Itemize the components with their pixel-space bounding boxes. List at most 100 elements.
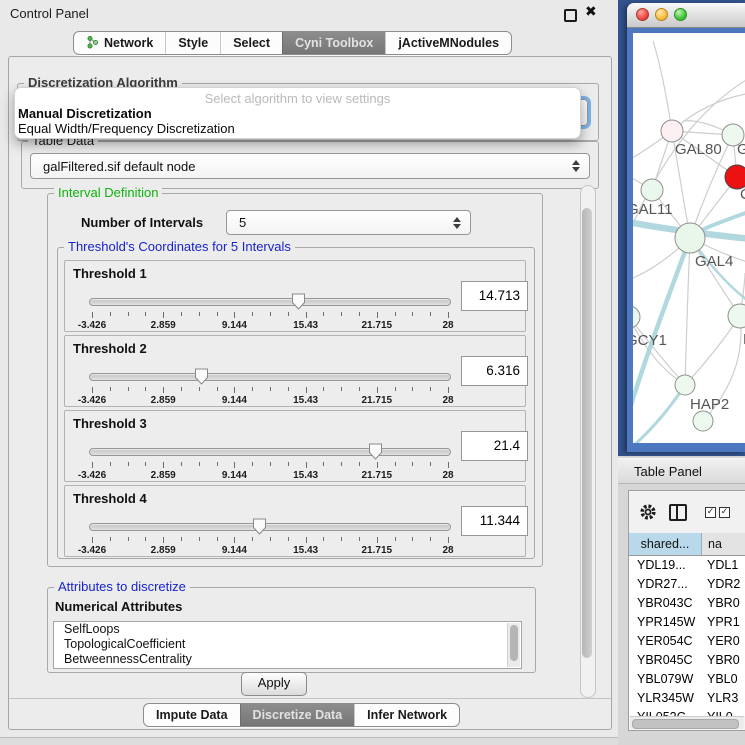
tab-infer-network[interactable]: Infer Network xyxy=(354,704,459,726)
tab-impute-data[interactable]: Impute Data xyxy=(144,704,240,726)
cell-shared-name: YDR27... xyxy=(629,575,701,594)
tick-label: -3.426 xyxy=(78,395,106,406)
list-item-selfloops[interactable]: SelfLoops xyxy=(54,622,521,637)
slider-ticks xyxy=(92,387,448,394)
network-graph: GAL80G.CGAL11GAL4GCY1HHAP2 xyxy=(633,33,745,443)
slider-handle[interactable] xyxy=(252,518,267,535)
slider-track[interactable] xyxy=(89,448,451,456)
scrollbar-thumb[interactable] xyxy=(582,208,592,658)
table-horizontal-scrollbar[interactable] xyxy=(630,716,744,729)
table-row[interactable]: YPR145WYPR1 xyxy=(629,613,745,632)
dropdown-item-manual-discretization[interactable]: Manual Discretization xyxy=(15,106,580,121)
table-data-combobox[interactable]: galFiltered.sif default node xyxy=(30,153,590,179)
tab-network[interactable]: Network xyxy=(74,32,165,54)
threshold-row-2: Threshold 2-3.4262.8599.14415.4321.71528… xyxy=(64,335,526,407)
tab-label: Network xyxy=(104,36,153,50)
cyni-toolbox-panel: Discretization Algorithm Select algorith… xyxy=(8,56,612,730)
scrollbar-thumb[interactable] xyxy=(632,719,739,729)
numerical-attributes-list[interactable]: SelfLoopsTopologicalCoefficientBetweenne… xyxy=(53,621,522,669)
cell-name: YBR0 xyxy=(701,594,745,613)
threshold-label: Threshold 4 xyxy=(73,491,147,506)
dropdown-prompt-item[interactable]: Select algorithm to view settings xyxy=(15,91,580,106)
threshold-value-field[interactable]: 6.316 xyxy=(461,356,528,386)
table-row[interactable]: YBR043CYBR0 xyxy=(629,594,745,613)
network-node-gal11[interactable] xyxy=(641,179,663,201)
cell-name: YDL1 xyxy=(701,556,745,575)
tab-cyni-toolbox[interactable]: Cyni Toolbox xyxy=(282,32,385,54)
network-window-titlebar[interactable] xyxy=(627,3,745,28)
tab-jactivemnodules[interactable]: jActiveMNodules xyxy=(385,32,511,54)
tick-label: 2.859 xyxy=(151,545,176,556)
table-row[interactable]: YDL19...YDL1 xyxy=(629,556,745,575)
slider-track[interactable] xyxy=(89,523,451,531)
threshold-row-4: Threshold 4 -3.4262.8599.14415.4321.71528… xyxy=(64,485,526,557)
group-title: Interval Definition xyxy=(54,185,162,200)
slider-track[interactable] xyxy=(89,373,451,381)
table-row[interactable]: YER054CYER0 xyxy=(629,632,745,651)
tick-label: 15.43 xyxy=(293,395,318,406)
slider-handle[interactable] xyxy=(291,293,306,310)
tick-label: 2.859 xyxy=(151,395,176,406)
column-header-shared-name[interactable]: shared... xyxy=(629,533,702,555)
threshold-row-1: Threshold 1-3.4262.8599.14415.4321.71528… xyxy=(64,260,526,332)
table-row[interactable]: YLR345WYLR3 xyxy=(629,689,745,708)
threshold-value-field[interactable]: 11.344 xyxy=(461,506,528,536)
list-vertical-scrollbar[interactable] xyxy=(507,623,520,667)
threshold-slider[interactable]: -3.4262.8599.14415.4321.71528 xyxy=(89,443,451,481)
table-rows: YDL19...YDL1YDR27...YDR2YBR043CYBR0YPR14… xyxy=(629,556,745,716)
network-canvas[interactable]: GAL80G.CGAL11GAL4GCY1HHAP2 xyxy=(633,33,745,443)
checkbox-icon[interactable]: ✓ xyxy=(719,507,730,518)
network-node-gal4[interactable] xyxy=(675,223,705,253)
threshold-slider[interactable]: -3.4262.8599.14415.4321.71528 xyxy=(89,368,451,406)
num-intervals-combobox[interactable]: 5 xyxy=(226,210,471,235)
table-panel-title: Table Panel xyxy=(634,464,702,479)
network-node-label: GAL4 xyxy=(695,253,733,270)
close-traffic-light-icon[interactable] xyxy=(636,8,649,21)
table-panel-header: Table Panel xyxy=(618,458,745,484)
threshold-value-field[interactable]: 21.4 xyxy=(461,431,528,461)
threshold-row-3: Threshold 3-3.4262.8599.14415.4321.71528… xyxy=(64,410,526,482)
network-node-gal80[interactable] xyxy=(661,120,683,142)
close-icon[interactable]: ✖ xyxy=(585,4,597,20)
cell-shared-name: YIL052C xyxy=(629,708,701,716)
cell-shared-name: YBR043C xyxy=(629,594,701,613)
table-row[interactable]: YIL052CYIL0 xyxy=(629,708,745,716)
slider-ticks xyxy=(92,312,448,319)
network-node-label: GCY1 xyxy=(633,332,667,349)
cell-shared-name: YDL19... xyxy=(629,556,701,575)
table-row[interactable]: YBL079WYBL0 xyxy=(629,670,745,689)
gear-icon[interactable] xyxy=(639,503,657,521)
slider-handle[interactable] xyxy=(368,443,383,460)
tab-select[interactable]: Select xyxy=(220,32,282,54)
column-header-name[interactable]: na xyxy=(702,533,745,555)
list-item-betweennesscentrality[interactable]: BetweennessCentrality xyxy=(54,652,521,667)
cell-name: YLR3 xyxy=(701,689,745,708)
network-node-h[interactable] xyxy=(728,304,745,328)
threshold-slider[interactable]: -3.4262.8599.14415.4321.71528 xyxy=(89,293,451,331)
network-node-hap2[interactable] xyxy=(675,375,695,395)
network-node-label: G. xyxy=(737,141,745,158)
dropdown-item-equal-width[interactable]: Equal Width/Frequency Discretization xyxy=(15,121,580,136)
network-node[interactable] xyxy=(693,411,713,431)
control-panel-tab-bar: Network StyleSelectCyni ToolboxjActiveMNo… xyxy=(73,31,512,55)
threshold-value-field[interactable]: 14.713 xyxy=(461,281,528,311)
threshold-slider[interactable]: -3.4262.8599.14415.4321.71528 xyxy=(89,518,451,556)
tab-style[interactable]: Style xyxy=(165,32,220,54)
tab-discretize-data[interactable]: Discretize Data xyxy=(240,704,355,726)
scrollbar-thumb[interactable] xyxy=(510,625,518,661)
group-title: Threshold's Coordinates for 5 Intervals xyxy=(64,239,295,254)
panel-vertical-scrollbar[interactable] xyxy=(580,185,596,698)
slider-track[interactable] xyxy=(89,298,451,306)
apply-button[interactable]: Apply xyxy=(241,672,307,696)
table-row[interactable]: YDR27...YDR2 xyxy=(629,575,745,594)
network-node-gcy1[interactable] xyxy=(633,306,640,328)
zoom-traffic-light-icon[interactable] xyxy=(674,8,687,21)
slider-handle[interactable] xyxy=(194,368,209,385)
float-window-icon[interactable] xyxy=(564,9,577,22)
table-row[interactable]: YBR045CYBR0 xyxy=(629,651,745,670)
minimize-traffic-light-icon[interactable] xyxy=(655,8,668,21)
checkbox-icon[interactable]: ✓ xyxy=(705,507,716,518)
network-node-label: HAP2 xyxy=(690,396,729,413)
list-item-topologicalcoefficient[interactable]: TopologicalCoefficient xyxy=(54,637,521,652)
columns-icon[interactable] xyxy=(669,504,687,521)
